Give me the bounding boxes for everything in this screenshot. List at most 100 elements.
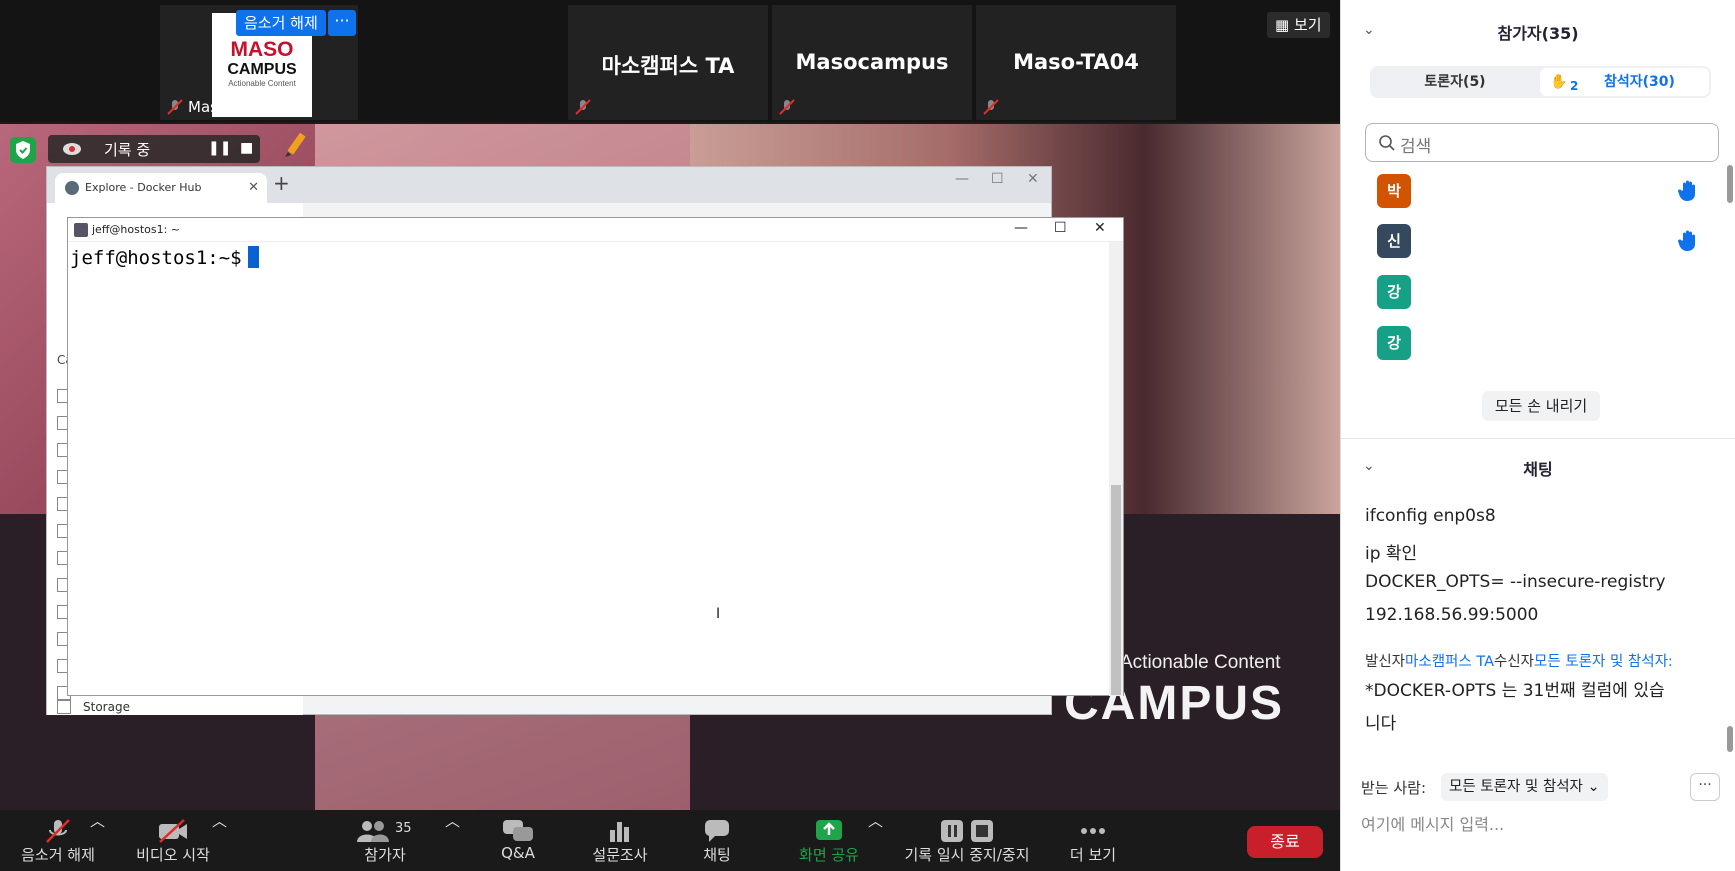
sender-name[interactable]: 마소캠퍼스 TA (1405, 654, 1494, 670)
participant-row[interactable]: 박 (1377, 174, 1697, 208)
avatar: 박 (1377, 174, 1411, 208)
participants-button[interactable]: 35 참가자 (345, 810, 425, 871)
qa-button[interactable]: Q&A (478, 810, 558, 871)
meeting-stage: Actionable Content CAMPUS MASO CAMPUS Ac… (0, 0, 1340, 871)
toolbar-label: 비디오 시작 (136, 846, 210, 864)
raised-hand-icon (1678, 180, 1695, 201)
share-screen-icon (786, 810, 872, 844)
participant-count: 35 (395, 821, 412, 836)
scrollbar-thumb[interactable] (1111, 485, 1121, 695)
poll-icon (580, 810, 660, 844)
participant-row[interactable]: 신 (1377, 224, 1697, 258)
lower-all-hands-button[interactable]: 모든 손 내리기 (1482, 391, 1600, 421)
close-icon[interactable]: ✕ (1027, 171, 1039, 187)
receiver-name[interactable]: 모든 토론자 및 참석자: (1534, 654, 1673, 670)
chat-title: 채팅 (1523, 460, 1553, 479)
prompt-text: jeff@hostos1:~$ (70, 247, 242, 269)
pause-record-icon[interactable]: ❚❚ (208, 140, 231, 156)
toolbar-label: 기록 일시 중지/중지 (904, 846, 1030, 864)
chat-icon (682, 810, 752, 844)
minimize-icon[interactable]: — (955, 171, 969, 187)
close-tab-icon[interactable]: ✕ (248, 173, 259, 203)
qa-icon (478, 810, 558, 844)
terminal-title: jeff@hostos1: ~ (92, 223, 181, 236)
participant-row[interactable]: 강 (1377, 326, 1697, 360)
participants-scrollbar[interactable] (1727, 165, 1733, 370)
video-tile-masocampus[interactable]: Masocampus (772, 5, 972, 120)
minimize-icon[interactable]: — (1014, 220, 1028, 236)
maximize-icon[interactable]: ☐ (991, 171, 1004, 187)
terminal-titlebar: jeff@hostos1: ~ — ☐ ✕ (68, 218, 1123, 242)
terminal-prompt: jeff@hostos1:~$ (70, 246, 259, 269)
video-off-icon (125, 810, 221, 844)
logo-line2: CAMPUS (227, 61, 297, 78)
chat-message: ip 확인 (1365, 544, 1418, 564)
slide-tagline: Actionable Content (1120, 652, 1281, 673)
tile-more-button[interactable]: ··· (328, 10, 356, 36)
raised-hand-count: 2 (1570, 79, 1579, 93)
storage-label: Storage (83, 700, 130, 714)
recipient-select[interactable]: 모든 토론자 및 참석자 ⌄ (1441, 773, 1608, 801)
raised-hand-icon (1678, 230, 1695, 251)
terminal-window[interactable]: jeff@hostos1: ~ — ☐ ✕ jeff@hostos1:~$ I (67, 217, 1124, 696)
chat-message-input[interactable] (1361, 810, 1711, 838)
recording-indicator: 기록 중 ❚❚ ■ (48, 135, 260, 163)
avatar: 강 (1377, 326, 1411, 360)
tile-name: Maso-TA04 (1013, 50, 1139, 74)
poll-button[interactable]: 설문조사 (580, 810, 660, 871)
logo-line3: Actionable Content (228, 79, 296, 88)
logo-line1: MASO (230, 38, 294, 61)
video-tile-ta04[interactable]: Maso-TA04 (976, 5, 1176, 120)
chat-more-button[interactable]: ··· (1690, 773, 1720, 801)
chevron-up-icon[interactable]: ︿ (212, 810, 227, 871)
annotate-pencil-icon[interactable] (280, 130, 310, 160)
close-icon[interactable]: ✕ (1094, 220, 1106, 236)
browser-tab[interactable]: Explore - Docker Hub ✕ (55, 173, 267, 203)
new-tab-icon[interactable]: + (273, 171, 290, 195)
avatar: 강 (1377, 275, 1411, 309)
start-video-button[interactable]: 비디오 시작 (125, 810, 221, 871)
ibeam-cursor-icon: I (716, 606, 721, 622)
unmute-pill-button[interactable]: 음소거 해제 (236, 10, 326, 36)
chevron-up-icon[interactable]: ︿ (868, 810, 883, 871)
participant-tabs: 토론자(5) ✋ 2 참석자(30) (1370, 66, 1711, 98)
tab-attendees[interactable]: ✋ 2 참석자(30) (1540, 68, 1709, 96)
participant-row[interactable]: 강 (1377, 275, 1697, 309)
participants-title: 참가자(35) (1497, 24, 1579, 43)
share-screen-button[interactable]: 화면 공유 (786, 810, 872, 871)
scrollbar-thumb[interactable] (1727, 165, 1733, 203)
sender-prefix: 발신자 (1365, 654, 1406, 670)
end-meeting-button[interactable]: 종료 (1247, 826, 1323, 858)
storage-checkbox[interactable] (57, 700, 71, 714)
mic-muted-icon (779, 99, 795, 115)
more-button[interactable]: 더 보기 (1058, 810, 1128, 871)
view-button[interactable]: ▦ 보기 (1267, 12, 1330, 38)
chat-message: 192.168.56.99:5000 (1365, 605, 1539, 625)
recording-label: 기록 중 (104, 141, 151, 159)
receiver-prefix: 수신자 (1494, 654, 1535, 670)
chevron-up-icon[interactable]: ︿ (90, 810, 105, 871)
chevron-up-icon[interactable]: ︿ (445, 810, 460, 871)
participant-search[interactable]: 검색 (1365, 123, 1719, 162)
video-tile-ta[interactable]: 마소캠퍼스 TA (568, 5, 768, 120)
chat-button[interactable]: 채팅 (682, 810, 752, 871)
terminal-scrollbar[interactable] (1109, 242, 1123, 696)
record-control-button[interactable]: 기록 일시 중지/중지 (898, 810, 1036, 871)
divider (1341, 438, 1735, 439)
tab-attendees-label: 참석자(30) (1604, 74, 1675, 90)
raised-hand-icon: ✋ (1550, 74, 1568, 90)
chat-scrollbar[interactable] (1727, 726, 1733, 752)
tile-name: 마소캠퍼스 TA (601, 54, 735, 78)
browser-tabbar: Explore - Docker Hub ✕ + — ☐ ✕ (47, 167, 1051, 203)
maximize-icon[interactable]: ☐ (1054, 220, 1067, 236)
tab-panelists[interactable]: 토론자(5) (1370, 66, 1540, 98)
more-icon (1058, 810, 1128, 844)
tab-title: Explore - Docker Hub (85, 181, 202, 194)
stop-record-icon[interactable]: ■ (240, 140, 253, 156)
side-panel: ⌄ 참가자(35) 토론자(5) ✋ 2 참석자(30) 검색 박 신 강 강 … (1340, 0, 1735, 871)
toolbar-label: 채팅 (703, 846, 731, 864)
security-shield-icon[interactable] (10, 137, 36, 163)
toolbar-label: 화면 공유 (799, 846, 859, 864)
toolbar-label: 더 보기 (1069, 846, 1117, 864)
record-control-icon (898, 810, 1036, 844)
